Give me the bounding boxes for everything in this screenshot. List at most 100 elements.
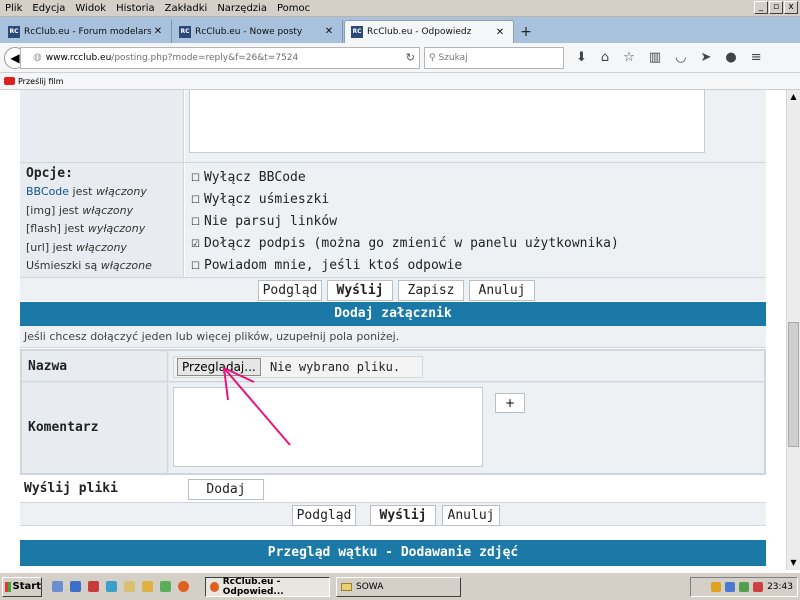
status-text: [flash] jest [26, 222, 88, 235]
download-icon[interactable]: ⬇ [576, 50, 587, 65]
tab-new-posts[interactable]: RC RcClub.eu - Nowe posty ✕ [173, 20, 343, 43]
checkbox-unchecked-icon[interactable]: ☐ [191, 261, 200, 272]
close-window-button[interactable]: x [784, 1, 798, 14]
options-left-cell: Opcje: BBCode jest włączony [img] jest w… [20, 163, 184, 277]
name-label: Nazwa [22, 351, 168, 382]
menu-bar: Plik Edycja Widok Historia Zakładki Narz… [0, 0, 800, 17]
task-firefox[interactable]: RcClub.eu - Odpowied... [205, 576, 330, 597]
cancel-button[interactable]: Anuluj [469, 280, 535, 301]
vertical-scrollbar[interactable]: ▲ ▼ [786, 90, 800, 570]
annotation-arrow-icon [223, 367, 291, 446]
quicklaunch-ie-icon[interactable] [70, 581, 81, 592]
quicklaunch-folder-icon[interactable] [124, 581, 135, 592]
reload-icon[interactable]: ↻ [406, 51, 415, 64]
rcclub-favicon-icon: RC [351, 26, 363, 38]
bookmark-send-video[interactable]: Prześlij film [18, 77, 64, 86]
checkbox-checked-icon[interactable]: ☑ [191, 239, 200, 250]
quicklaunch-app-icon[interactable] [88, 581, 99, 592]
attachment-header: Dodaj załącznik [20, 302, 766, 326]
task-label: RcClub.eu - Odpowied... [222, 576, 284, 597]
hamburger-menu-icon[interactable]: ≡ [751, 50, 762, 65]
scroll-down-icon[interactable]: ▼ [787, 556, 800, 570]
tab-label: RcClub.eu - Odpowiedz [367, 27, 472, 37]
youtube-icon [4, 77, 15, 85]
message-textarea[interactable] [189, 90, 705, 153]
option-disable-smilies[interactable]: ☐ Wyłącz uśmieszki [191, 189, 766, 211]
add-comment-plus-button[interactable]: + [495, 393, 525, 413]
flash-status: [flash] jest wyłączony [26, 220, 177, 239]
quicklaunch-app-icon[interactable] [106, 581, 117, 592]
menu-view[interactable]: Widok [70, 3, 111, 14]
option-attach-signature[interactable]: ☑ Dołącz podpis (można go zmienić w panel… [191, 233, 766, 255]
home-icon[interactable]: ⌂ [601, 50, 609, 65]
scroll-up-icon[interactable]: ▲ [787, 90, 800, 104]
url-host: www.rcclub.eu [45, 52, 112, 63]
scroll-thumb[interactable] [788, 322, 799, 447]
option-disable-bbcode[interactable]: ☐ Wyłącz BBCode [191, 167, 766, 189]
url-bar[interactable]: ◍ www.rcclub.eu/posting.php?mode=reply&f… [20, 46, 420, 69]
url-status: [url] jest włączony [26, 239, 177, 258]
quicklaunch-app-icon[interactable] [160, 581, 171, 592]
start-button[interactable]: Start [2, 576, 42, 597]
tray-icon[interactable] [711, 581, 722, 592]
checkbox-unchecked-icon[interactable]: ☐ [191, 195, 200, 206]
tab-bar: RC RcClub.eu - Forum modelarski... ✕ RC … [0, 17, 800, 43]
back-arrow-icon: ◀ [10, 50, 20, 65]
site-info-icon[interactable]: ◍ [33, 52, 42, 63]
minimize-button[interactable]: _ [754, 1, 768, 14]
tab-close-icon[interactable]: ✕ [322, 26, 336, 37]
attachment-hint: Jeśli chcesz dołączyć jeden lub więcej p… [20, 326, 766, 348]
options-right-cell: ☐ Wyłącz BBCode ☐ Wyłącz uśmieszki ☐ Nie pa… [185, 163, 766, 277]
comment-label: Komentarz [22, 383, 168, 473]
menu-help[interactable]: Pomoc [272, 3, 315, 14]
library-icon[interactable]: ▥ [649, 50, 661, 65]
menu-file[interactable]: Plik [0, 3, 27, 14]
bbcode-link[interactable]: BBCode [26, 185, 69, 198]
message-row [20, 90, 766, 162]
menu-bookmarks[interactable]: Zakładki [160, 3, 213, 14]
rcclub-favicon-icon: RC [179, 25, 191, 38]
chat-icon[interactable]: ● [725, 50, 736, 65]
tab-close-icon[interactable]: ✕ [151, 26, 165, 37]
menu-tools[interactable]: Narzędzia [212, 3, 272, 14]
option-no-parse-links[interactable]: ☐ Nie parsuj linków [191, 211, 766, 233]
checkbox-unchecked-icon[interactable]: ☐ [191, 217, 200, 228]
tray-icon[interactable] [725, 581, 736, 592]
preview-button[interactable]: Podgląd [292, 505, 356, 526]
maximize-button[interactable]: ▫ [769, 1, 783, 14]
windows-logo-icon [5, 581, 11, 592]
quicklaunch-firefox-icon[interactable] [178, 581, 189, 592]
submit-button[interactable]: Wyślij [327, 280, 393, 301]
tray-icon[interactable] [739, 581, 750, 592]
options-row: Opcje: BBCode jest włączony [img] jest w… [20, 163, 766, 277]
tab-label: RcClub.eu - Forum modelarski... [24, 26, 151, 37]
option-label: Nie parsuj linków [203, 214, 338, 229]
search-input[interactable]: ⚲ Szukaj [424, 46, 564, 69]
checkbox-unchecked-icon[interactable]: ☐ [191, 173, 200, 184]
send-files-label: Wyślij pliki [24, 481, 118, 496]
tray-icon[interactable] [753, 581, 764, 592]
window-controls: _ ▫ x [754, 1, 798, 14]
quicklaunch-explorer-icon[interactable] [52, 581, 63, 592]
menu-edit[interactable]: Edycja [27, 3, 70, 14]
save-button[interactable]: Zapisz [398, 280, 464, 301]
submit-button[interactable]: Wyślij [370, 505, 436, 526]
cancel-button[interactable]: Anuluj [442, 505, 500, 526]
preview-button[interactable]: Podgląd [258, 280, 322, 301]
quicklaunch-app-icon[interactable] [142, 581, 153, 592]
search-placeholder: Szukaj [438, 52, 468, 63]
option-notify[interactable]: ☐ Powiadom mnie, jeśli ktoś odpowie [191, 255, 766, 277]
add-file-button[interactable]: Dodaj plik [188, 479, 264, 516]
bookmark-star-icon[interactable]: ☆ [623, 50, 635, 65]
tab-forum[interactable]: RC RcClub.eu - Forum modelarski... ✕ [2, 20, 172, 43]
task-label: SOWA [356, 581, 384, 592]
tab-close-icon[interactable]: ✕ [493, 27, 507, 38]
smilies-status: Uśmieszki są włączone [26, 257, 177, 276]
new-tab-button[interactable]: + [515, 20, 537, 43]
message-left-cell [20, 90, 184, 162]
task-sowa[interactable]: SOWA [336, 576, 461, 597]
pocket-icon[interactable]: ◡ [675, 50, 686, 65]
tab-reply[interactable]: RC RcClub.eu - Odpowiedz ✕ [344, 20, 514, 43]
send-icon[interactable]: ➤ [700, 50, 711, 65]
menu-history[interactable]: Historia [111, 3, 160, 14]
